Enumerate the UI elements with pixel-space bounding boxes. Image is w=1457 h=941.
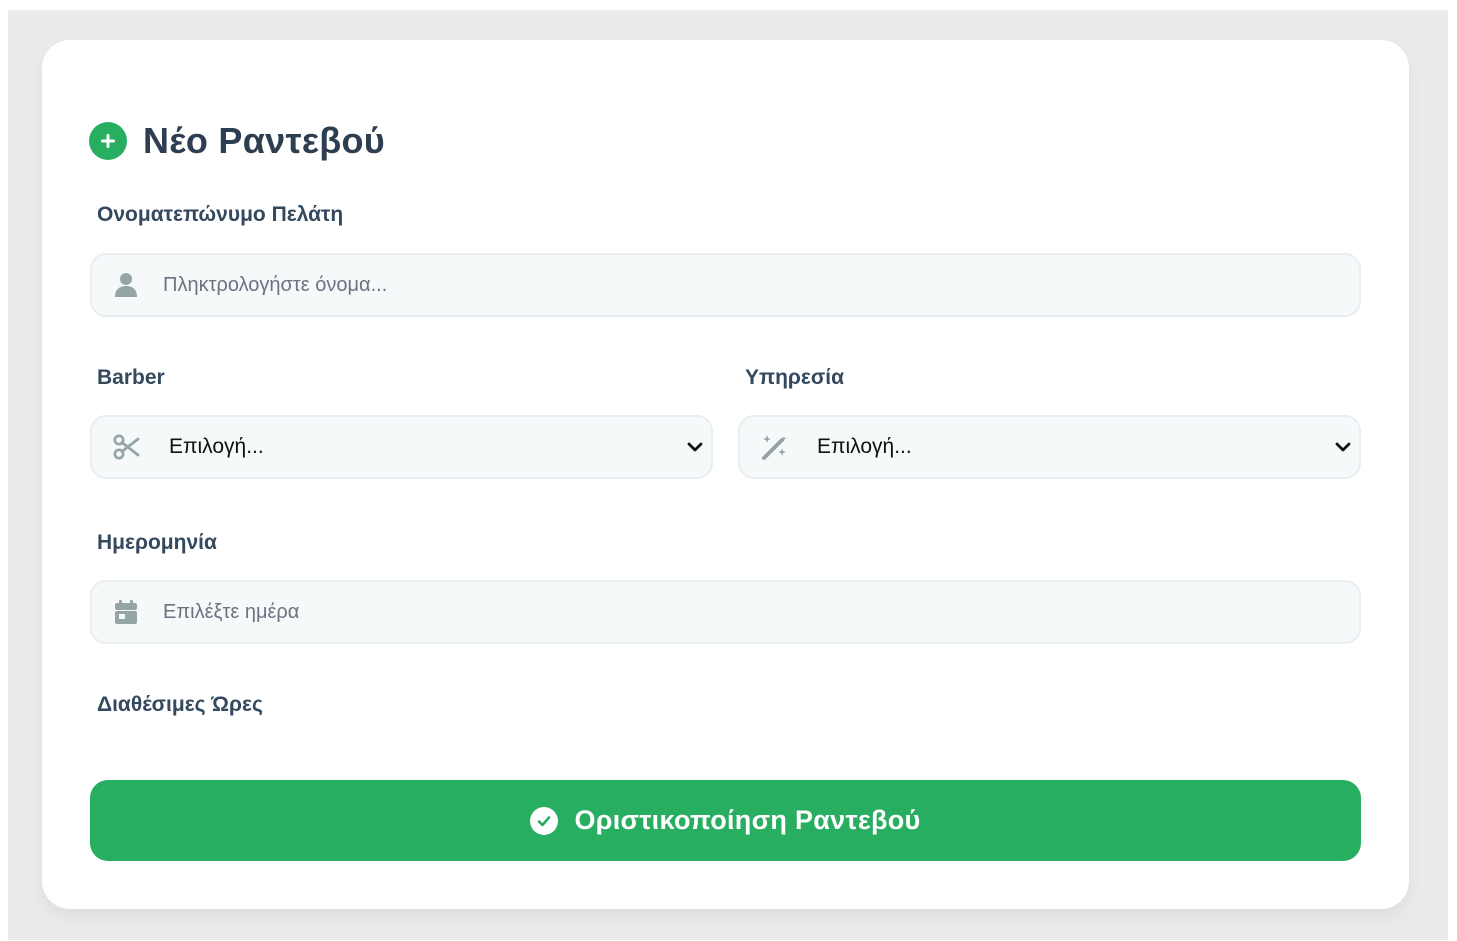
form-header: Νέο Ραντεβού: [89, 120, 385, 162]
scissors-icon: [112, 433, 140, 461]
date-field[interactable]: Επιλέξτε ημέρα: [90, 580, 1361, 644]
service-select[interactable]: Επιλογή...: [738, 415, 1361, 479]
calendar-icon: [112, 598, 140, 626]
chevron-down-icon: [1335, 442, 1351, 452]
date-label: Ημερομηνία: [97, 531, 217, 554]
available-hours-label: Διαθέσιμες Ώρες: [97, 693, 263, 716]
confirm-appointment-label: Οριστικοποίηση Ραντεβού: [574, 805, 921, 835]
plus-circle-icon: [89, 122, 127, 160]
service-label: Υπηρεσία: [745, 366, 844, 389]
date-placeholder: Επιλέξτε ημέρα: [163, 600, 300, 623]
page-title: Νέο Ραντεβού: [143, 120, 386, 161]
customer-name-placeholder: Πληκτρολογήστε όνομα...: [163, 273, 388, 296]
customer-name-label: Ονοματεπώνυμο Πελάτη: [97, 203, 344, 226]
user-icon: [112, 271, 140, 299]
barber-label: Barber: [97, 366, 165, 389]
confirm-appointment-button[interactable]: Οριστικοποίηση Ραντεβού: [90, 780, 1361, 861]
check-circle-icon: [530, 806, 559, 835]
magic-wand-icon: [760, 433, 788, 461]
barber-selected-value: Επιλογή...: [169, 435, 264, 458]
service-selected-value: Επιλογή...: [817, 435, 912, 458]
chevron-down-icon: [687, 442, 703, 452]
customer-name-field[interactable]: Πληκτρολογήστε όνομα...: [90, 253, 1361, 317]
barber-select[interactable]: Επιλογή...: [90, 415, 713, 479]
